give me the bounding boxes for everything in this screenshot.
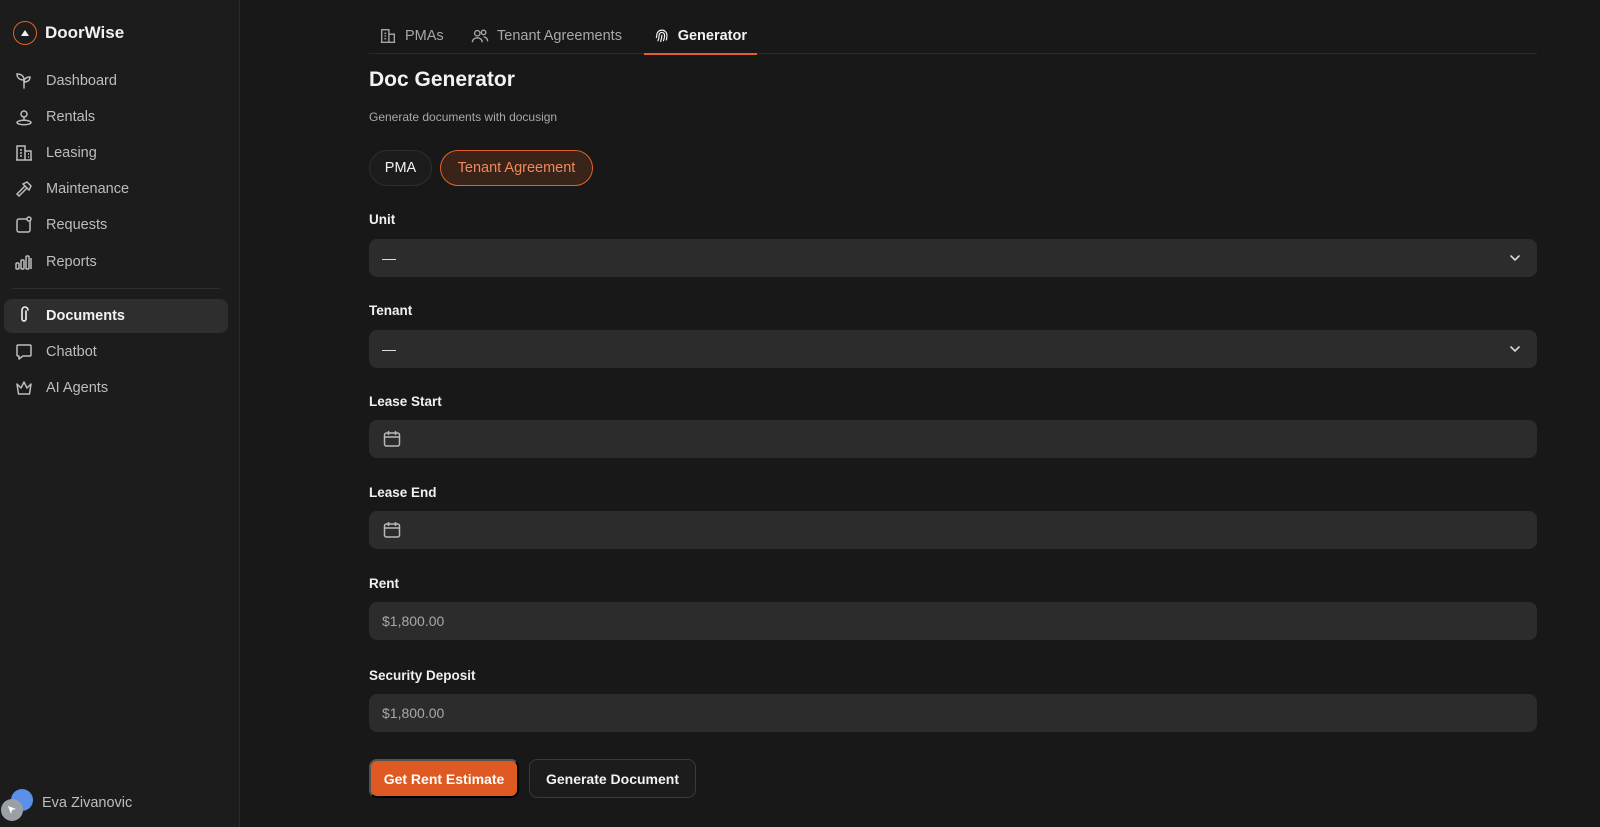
sidebar-item-documents[interactable]: Documents (4, 299, 228, 333)
lease-start-label: Lease Start (369, 394, 442, 409)
doc-type-tenant-agreement-button[interactable]: Tenant Agreement (440, 150, 593, 186)
request-icon (16, 216, 32, 233)
sidebar-divider (12, 288, 220, 289)
hammer-icon (15, 181, 32, 198)
message-icon (16, 344, 32, 360)
tab-pmas[interactable]: PMAs (369, 18, 454, 54)
sidebar-item-label: Dashboard (46, 73, 117, 89)
sidebar-item-label: Requests (46, 217, 108, 233)
chevron-down-icon (1510, 346, 1520, 353)
sidebar-item-leasing[interactable]: Leasing (4, 136, 228, 170)
tab-label: Generator (677, 28, 747, 44)
sidebar-item-dashboard[interactable]: Dashboard (4, 64, 228, 98)
tab-tenant-agreements[interactable]: Tenant Agreements (461, 18, 632, 54)
tenant-select[interactable]: — (369, 330, 1537, 368)
cursor-icon (8, 806, 16, 814)
sidebar-item-label: Maintenance (46, 181, 130, 197)
sidebar-item-requests[interactable]: Requests (4, 208, 228, 242)
doorwise-logo-icon (13, 21, 37, 45)
security-deposit-placeholder: $1,800.00 (382, 705, 445, 721)
bar-chart-icon (15, 255, 32, 270)
calendar-icon (383, 431, 401, 447)
map-pin-icon (16, 110, 32, 126)
tenant-value: — (382, 341, 396, 357)
unit-value: — (382, 250, 396, 266)
sidebar-item-label: Chatbot (46, 344, 97, 360)
get-rent-estimate-button[interactable]: Get Rent Estimate (369, 759, 519, 798)
tab-generator[interactable]: Generator (644, 18, 757, 55)
building-icon (380, 29, 396, 43)
sidebar-item-maintenance[interactable]: Maintenance (4, 172, 228, 206)
unit-label: Unit (369, 212, 396, 227)
brand-name: DoorWise (45, 23, 125, 42)
chevron-down-icon (1510, 255, 1520, 262)
rent-placeholder: $1,800.00 (382, 613, 445, 629)
generate-document-button[interactable]: Generate Document (529, 759, 696, 798)
lease-end-label: Lease End (369, 485, 437, 500)
sidebar-item-label: Rentals (46, 109, 96, 125)
sidebar: DoorWise Dashboard Rentals Leasing Maint… (0, 0, 240, 827)
document-tabs: PMAs Tenant Agreements Generator (369, 18, 1537, 55)
security-deposit-input[interactable]: $1,800.00 (369, 694, 1537, 732)
page-subtitle: Generate documents with docusign (369, 110, 558, 124)
brand[interactable]: DoorWise (13, 21, 124, 45)
calendar-icon (383, 522, 401, 538)
security-deposit-label: Security Deposit (369, 668, 476, 683)
sidebar-item-ai-agents[interactable]: AI Agents (4, 371, 228, 405)
rent-label: Rent (369, 576, 399, 591)
page-title: Doc Generator (369, 68, 515, 91)
tab-label: PMAs (405, 28, 444, 44)
fingerprint-icon (655, 29, 668, 43)
sidebar-item-label: Leasing (46, 145, 97, 161)
lease-start-date-input[interactable] (369, 420, 1537, 458)
lease-end-date-input[interactable] (369, 511, 1537, 549)
paperclip-icon (21, 306, 29, 322)
sidebar-item-reports[interactable]: Reports (4, 245, 228, 279)
crown-icon (16, 381, 32, 395)
sidebar-item-chatbot[interactable]: Chatbot (4, 335, 228, 369)
sidebar-item-label: AI Agents (46, 380, 109, 396)
sprout-icon (16, 73, 31, 89)
user-name: Eva Zivanovic (42, 795, 133, 811)
building-icon (16, 145, 32, 161)
user-profile[interactable]: Eva Zivanovic (0, 785, 132, 821)
tenant-label: Tenant (369, 303, 413, 318)
users-icon (471, 29, 489, 43)
rent-input[interactable]: $1,800.00 (369, 602, 1537, 640)
tab-label: Tenant Agreements (497, 28, 622, 44)
doc-type-pma-button[interactable]: PMA (369, 150, 432, 186)
sidebar-item-label: Reports (46, 254, 97, 270)
sidebar-item-label: Documents (46, 308, 125, 324)
sidebar-item-rentals[interactable]: Rentals (4, 100, 228, 134)
unit-select[interactable]: — (369, 239, 1537, 277)
avatar (0, 785, 36, 821)
